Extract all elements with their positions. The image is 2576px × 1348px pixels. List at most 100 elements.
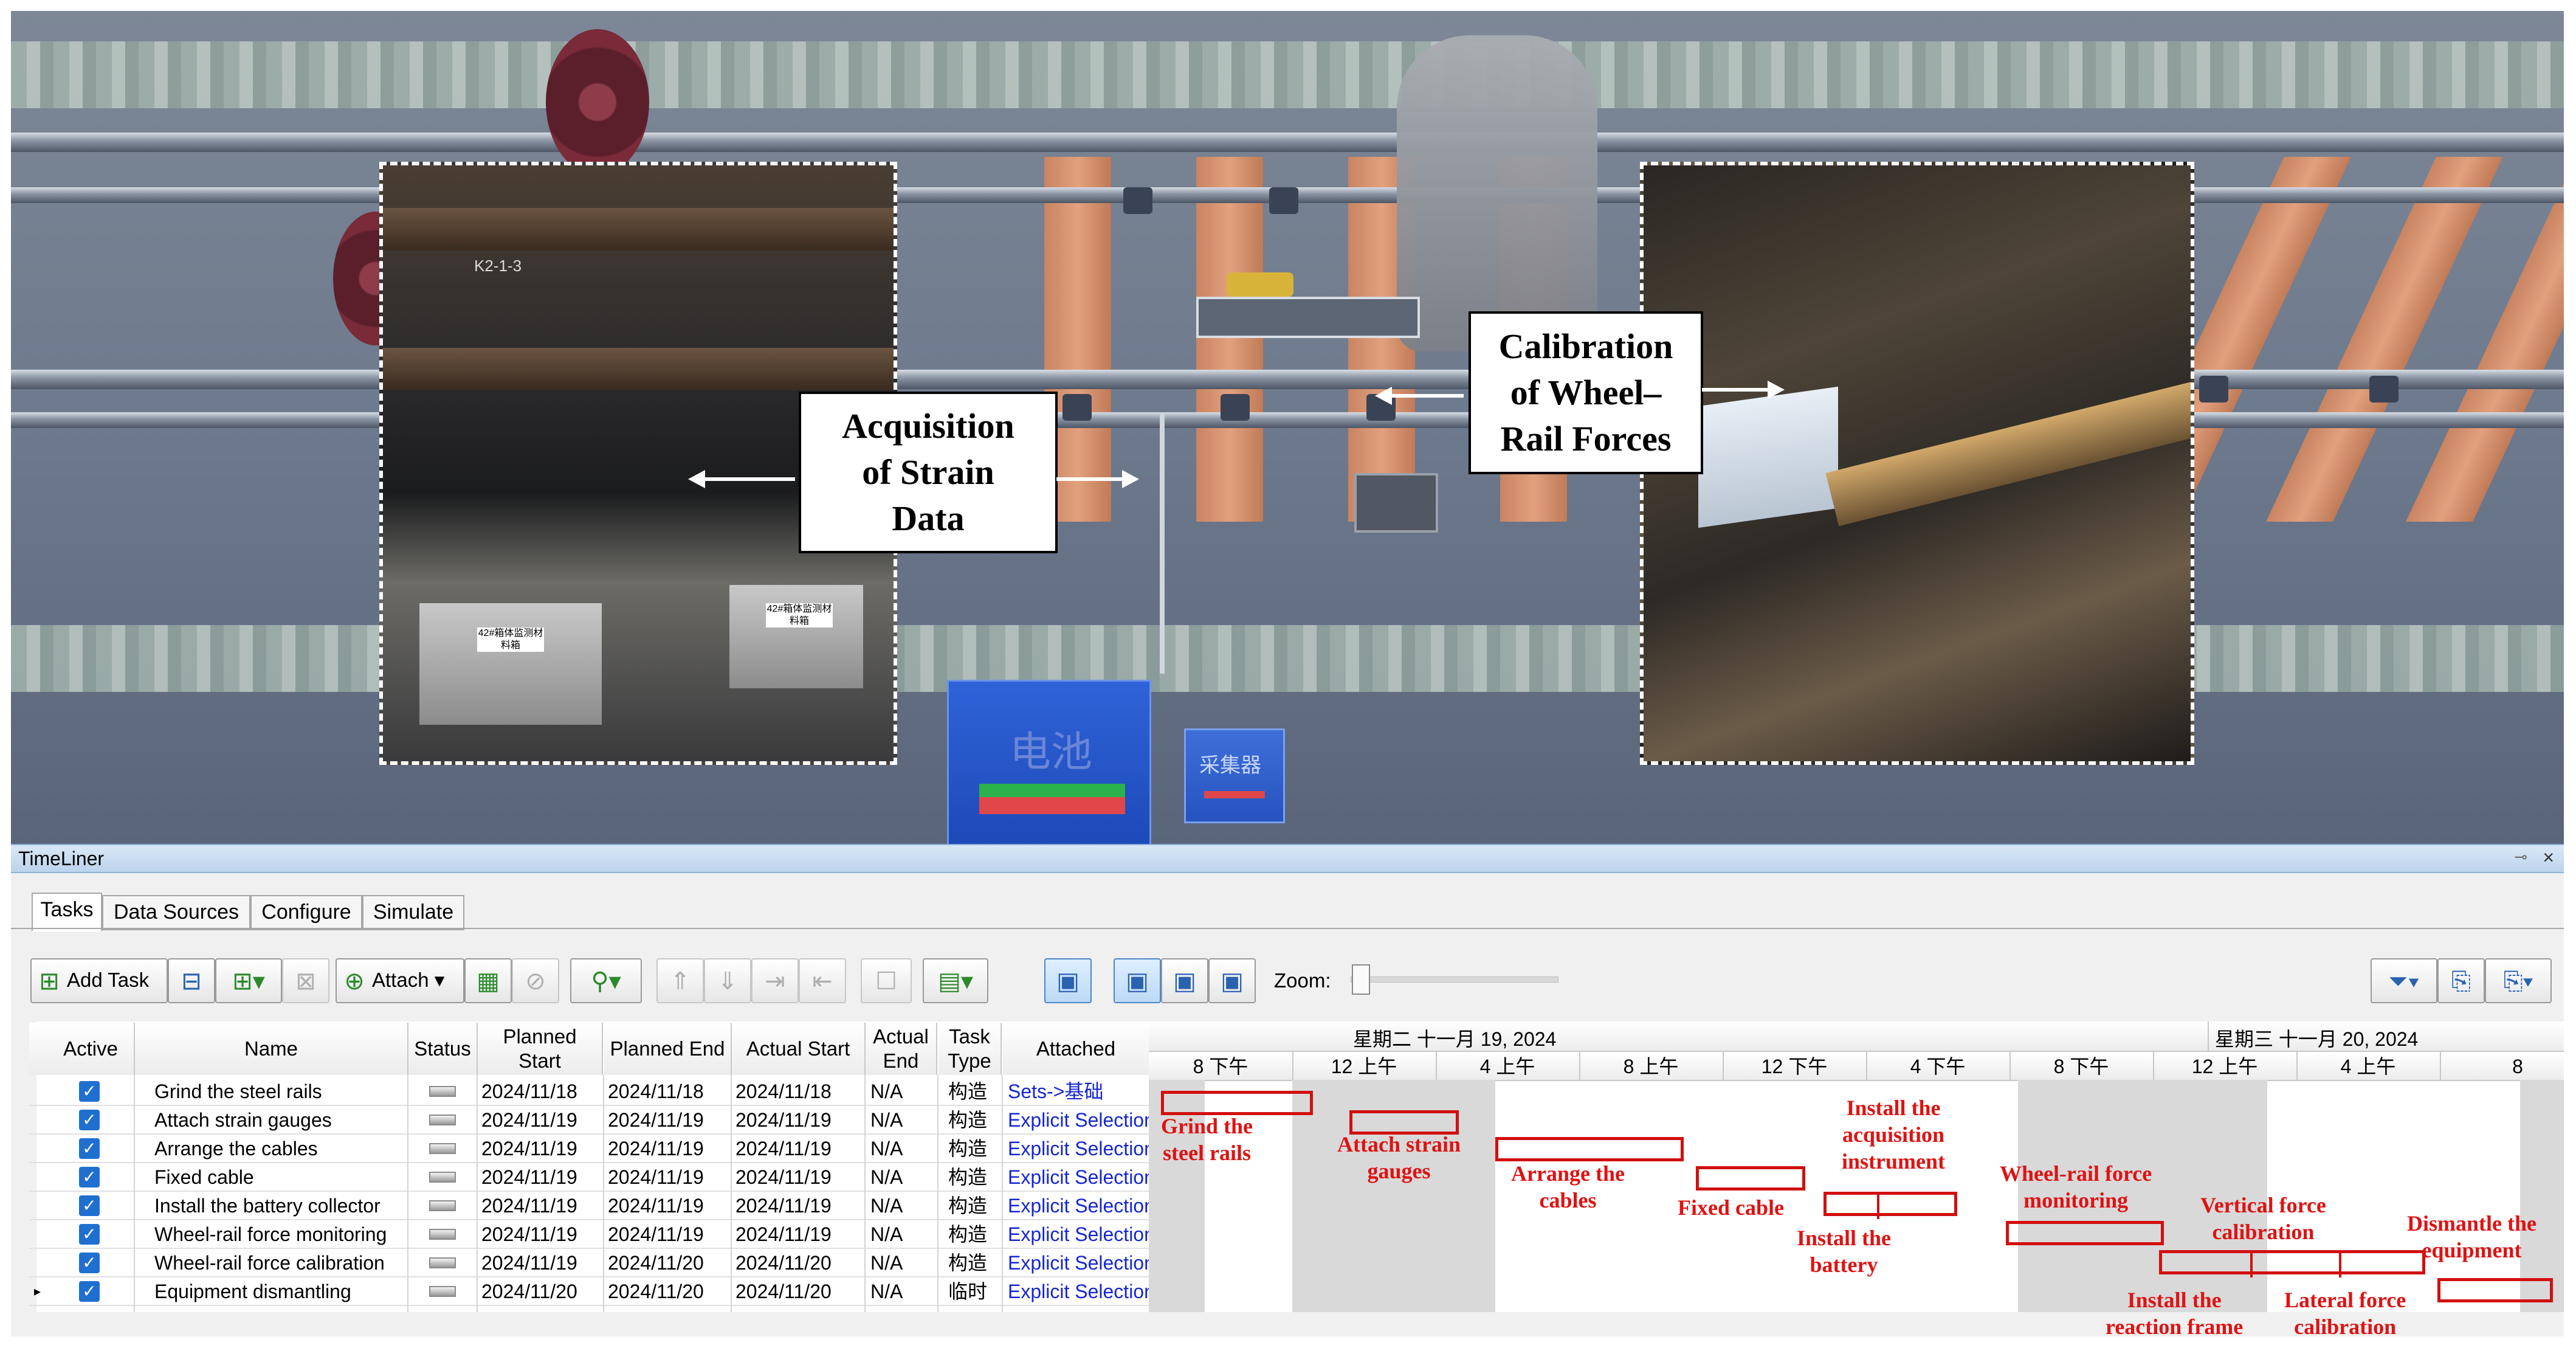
arrow-right-icon (1702, 381, 1785, 399)
cell-attached[interactable]: Explicit Selection (1008, 1220, 1149, 1248)
gantt-annotation-arrange: Arrange the cables (1511, 1160, 1625, 1214)
zoom-slider-track[interactable] (1351, 976, 1558, 983)
cell-attached[interactable]: Explicit Selection (1008, 1163, 1149, 1191)
tab-tasks[interactable]: Tasks (32, 893, 102, 932)
status-indicator-icon (429, 1200, 456, 1211)
cell-actual-end: N/A (870, 1223, 903, 1245)
add-comment-dropdown[interactable]: ⊞▾ (215, 958, 282, 1003)
column-header-status[interactable]: Status (408, 1023, 478, 1075)
cell-name: Grind the steel rails (154, 1080, 322, 1102)
attach-dropdown[interactable]: ⊕ Attach ▾ (336, 958, 464, 1003)
columns-dropdown[interactable]: ▤▾ (923, 958, 988, 1003)
cell-name: Wheel-rail force calibration (154, 1252, 385, 1274)
view-table-button[interactable]: ▣ (1044, 958, 1092, 1003)
cable (1160, 412, 1165, 674)
filter-dropdown[interactable]: ⏷▾ (2371, 958, 2437, 1003)
annotation-line: calibration (2212, 1220, 2315, 1244)
import-button[interactable]: ⎘ (2437, 958, 2485, 1003)
table-view-icon: ▣ (1056, 968, 1080, 995)
bim-3d-viewport[interactable]: 电池 采集器 K2-1-3 42#箱体监测材料箱 42#箱体监测材料箱 Acqu… (11, 11, 2564, 844)
auto-add-tasks-button[interactable]: ⊟ (168, 958, 215, 1003)
gantt-task-bar[interactable] (1824, 1192, 1957, 1216)
add-task-button[interactable]: ⊞ Add Task (30, 958, 168, 1003)
zoom-slider-handle[interactable] (1352, 964, 1370, 995)
photo-rail (383, 208, 894, 251)
indent-button[interactable]: ⇥ (751, 958, 799, 1003)
cell-actual-start: 2024/11/20 (735, 1252, 832, 1274)
close-icon[interactable]: × (2543, 846, 2554, 869)
callout-line: Calibration (1498, 327, 1673, 366)
gantt-task-bar[interactable] (1696, 1166, 1805, 1191)
gantt-hour-label: 12 上午 (1331, 1056, 1397, 1077)
pin-icon[interactable]: ⊸ (2514, 848, 2527, 866)
move-down-icon: ⇓ (717, 968, 738, 995)
column-header-active[interactable]: Active (47, 1023, 135, 1075)
column-header-planned-end[interactable]: Planned End (604, 1023, 732, 1075)
active-checkbox[interactable]: ✓ (79, 1081, 100, 1102)
gantt-bar-split (2250, 1253, 2253, 1277)
gantt-annotation-lateral: Lateral force calibration (2284, 1287, 2406, 1340)
active-checkbox[interactable]: ✓ (79, 1167, 100, 1187)
column-header-actual-end[interactable]: Actual End (866, 1023, 937, 1075)
attach-rules-button[interactable]: ▦ (464, 958, 512, 1003)
cell-actual-end: N/A (870, 1281, 903, 1302)
column-divider (603, 1075, 604, 1312)
move-up-button[interactable]: ⇑ (656, 958, 704, 1003)
active-checkbox[interactable]: ✓ (79, 1281, 100, 1302)
annotation-line: Attach strain (1337, 1132, 1461, 1156)
tab-configure[interactable]: Configure (250, 895, 362, 930)
column-header-planned-start[interactable]: Planned Start (478, 1023, 603, 1075)
gantt-task-bar[interactable] (1161, 1091, 1313, 1115)
gantt-task-bar[interactable] (1495, 1137, 1684, 1161)
comment-button[interactable]: ☐ (861, 958, 912, 1003)
column-header-task-type[interactable]: Task Type (938, 1023, 1002, 1075)
cell-task-type: 构造 (948, 1138, 988, 1160)
gantt-task-bar[interactable] (2159, 1250, 2425, 1274)
cell-attached[interactable]: Explicit Selection (1008, 1135, 1149, 1163)
panel-titlebar: TimeLiner ⊸ × (11, 844, 2564, 873)
gantt-task-bar[interactable] (2437, 1278, 2553, 1302)
annotation-line: reaction frame (2106, 1315, 2244, 1339)
cell-attached[interactable]: Explicit Selection (1008, 1249, 1149, 1277)
column-header-name[interactable]: Name (135, 1023, 408, 1075)
cell-attached[interactable]: Sets->基础 (1008, 1077, 1149, 1105)
move-down-button[interactable]: ⇓ (704, 958, 751, 1003)
status-indicator-icon (429, 1257, 456, 1268)
find-items-dropdown[interactable]: ⚲▾ (570, 958, 642, 1003)
cell-name: Equipment dismantling (154, 1281, 351, 1302)
annotation-line: Lateral force (2284, 1288, 2406, 1312)
gantt-annotation-strain: Attach strain gauges (1337, 1131, 1461, 1184)
delete-task-button[interactable]: ⊠ (282, 958, 329, 1003)
cell-planned-end: 2024/11/19 (608, 1138, 704, 1160)
view-gantt-only-button[interactable]: ▣ (1161, 958, 1208, 1003)
active-checkbox[interactable]: ✓ (79, 1195, 100, 1216)
column-divider (937, 1075, 938, 1312)
detach-button[interactable]: ⊘ (512, 958, 559, 1003)
cell-attached[interactable]: Explicit Selection (1008, 1192, 1149, 1220)
tab-data-sources[interactable]: Data Sources (102, 895, 250, 930)
cell-planned-start: 2024/11/19 (481, 1223, 577, 1245)
export-dropdown[interactable]: ⎘▾ (2485, 958, 2552, 1003)
view-table-gantt-button[interactable]: ▣ (1114, 958, 1161, 1003)
active-checkbox[interactable]: ✓ (79, 1110, 100, 1130)
gantt-task-bar[interactable] (2006, 1221, 2164, 1245)
view-planned-actual-button[interactable]: ▣ (1208, 958, 1256, 1003)
indent-icon: ⇥ (765, 968, 785, 995)
status-indicator-icon (429, 1115, 456, 1125)
active-checkbox[interactable]: ✓ (79, 1224, 100, 1245)
gantt-hour-label: 4 上午 (1479, 1056, 1535, 1077)
gantt-only-icon: ▣ (1173, 968, 1196, 995)
add-task-icon: ⊞ (39, 968, 60, 995)
annotation-line: Install the (2127, 1288, 2222, 1312)
column-header-actual-start[interactable]: Actual Start (732, 1023, 866, 1075)
tab-simulate[interactable]: Simulate (362, 895, 464, 930)
active-checkbox[interactable]: ✓ (79, 1138, 100, 1159)
column-header-attached[interactable]: Attached (1003, 1023, 1150, 1075)
gantt-hour-label: 8 下午 (2053, 1056, 2109, 1077)
active-checkbox[interactable]: ✓ (79, 1253, 100, 1273)
outdent-button[interactable]: ⇤ (799, 958, 846, 1003)
column-divider (864, 1075, 866, 1312)
cell-attached[interactable]: Explicit Selection (1008, 1277, 1149, 1305)
cell-planned-end: 2024/11/19 (608, 1109, 704, 1131)
cell-attached[interactable]: Explicit Selection (1008, 1106, 1149, 1134)
